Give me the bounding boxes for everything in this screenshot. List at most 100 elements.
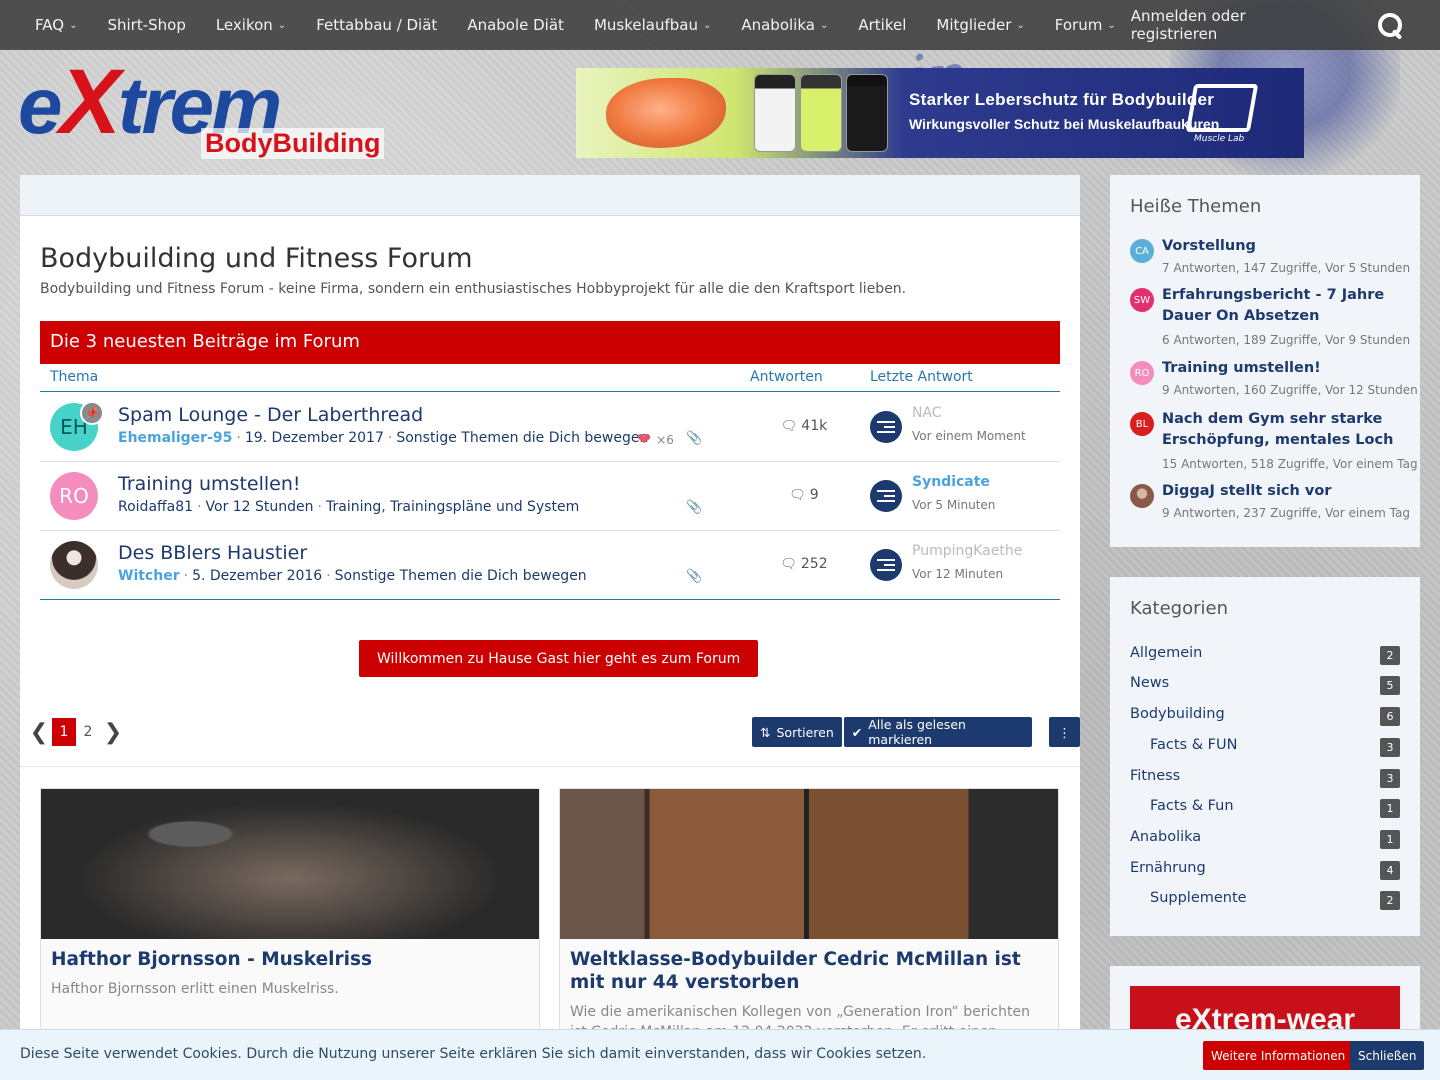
column-header-last-reply[interactable]: Letzte Antwort <box>870 369 973 385</box>
thread-category[interactable]: Sonstige Themen die Dich bewegen <box>335 568 587 584</box>
nav-item-forum[interactable]: Forum ⌄ <box>1040 0 1131 50</box>
nav-item-fettabbau[interactable]: Fettabbau / Diät <box>301 0 452 50</box>
nav-item-anabolika[interactable]: Anabolika ⌄ <box>726 0 843 50</box>
avatar[interactable] <box>1130 484 1154 508</box>
sort-button[interactable]: ⇅ Sortieren <box>752 717 842 747</box>
hot-topic-title[interactable]: Erfahrungsbericht - 7 Jahre Dauer On Abs… <box>1162 285 1407 327</box>
nav-label: Muskelaufbau <box>593 16 698 34</box>
column-header-topic[interactable]: Thema <box>50 369 98 385</box>
more-options-button[interactable]: ⋮ <box>1048 717 1080 747</box>
thread-author[interactable]: Roidaffa81 <box>118 499 193 515</box>
jump-to-last-icon[interactable] <box>870 549 902 581</box>
reply-count: 🗨 41k <box>780 418 828 434</box>
mark-all-read-button[interactable]: ✔ Alle als gelesen markieren <box>843 717 1032 747</box>
chevron-left-icon[interactable]: ❮ <box>26 718 52 746</box>
page-description: Bodybuilding und Fitness Forum - keine F… <box>40 281 907 297</box>
nav-item-muskelaufbau[interactable]: Muskelaufbau ⌄ <box>579 0 726 50</box>
avatar[interactable]: SW <box>1130 288 1154 312</box>
last-reply-user[interactable]: Syndicate <box>912 474 990 490</box>
page-link[interactable]: 1 <box>52 718 76 746</box>
thread-meta: Roidaffa81 · Vor 12 Stunden · Training, Trai… <box>118 499 580 515</box>
thread-date: Vor 12 Stunden <box>205 499 314 515</box>
category-item[interactable]: Fitness 3 <box>1130 768 1400 788</box>
nav-label: Shirt-Shop <box>107 16 186 34</box>
login-link[interactable]: Anmelden oder registrieren <box>1131 7 1365 43</box>
nav-item-mitglieder[interactable]: Mitglieder ⌄ <box>921 0 1039 50</box>
thread-column-headers: Thema Antworten Letzte Antwort <box>40 364 1060 392</box>
search-button[interactable] <box>1365 0 1414 50</box>
welcome-forum-button[interactable]: Willkommen zu Hause Gast hier geht es zu… <box>359 640 759 677</box>
article-image[interactable] <box>41 789 539 939</box>
thread-title[interactable]: Training umstellen! <box>118 473 301 495</box>
thread-title[interactable]: Spam Lounge - Der Laberthread <box>118 404 423 426</box>
nav-item-anabole-diaet[interactable]: Anabole Diät <box>452 0 579 50</box>
jump-to-last-icon[interactable] <box>870 480 902 512</box>
chevron-down-icon: ⌄ <box>69 19 78 31</box>
thread-date: 5. Dezember 2016 <box>192 568 323 584</box>
avatar[interactable]: RO <box>1130 361 1154 385</box>
category-item[interactable]: Facts & FUN 3 <box>1130 737 1400 757</box>
thread-category[interactable]: Training, Trainingspläne und System <box>326 499 579 515</box>
avatar[interactable]: CA <box>1130 239 1154 263</box>
nav-item-shirt-shop[interactable]: Shirt-Shop <box>92 0 200 50</box>
category-count-badge: 4 <box>1380 861 1400 880</box>
avatar[interactable]: BL <box>1130 412 1154 436</box>
thread-meta: Ehemaliger-95 · 19. Dezember 2017 · Sonstige… <box>118 430 649 446</box>
category-item[interactable]: Bodybuilding 6 <box>1130 706 1400 726</box>
logo-subtitle: BodyBuilding <box>201 128 385 159</box>
thread-title[interactable]: Des BBlers Haustier <box>118 542 307 564</box>
thread-category[interactable]: Sonstige Themen die Dich bewegen <box>396 430 648 446</box>
nav-label: Artikel <box>858 16 907 34</box>
nav-item-artikel[interactable]: Artikel <box>843 0 921 50</box>
category-count-badge: 2 <box>1380 646 1400 665</box>
site-logo[interactable]: eXtrem BodyBuilding <box>18 56 398 162</box>
nav-item-lexikon[interactable]: Lexikon ⌄ <box>201 0 301 50</box>
hot-topic-title[interactable]: Training umstellen! <box>1162 358 1407 379</box>
nav-label: Forum <box>1054 16 1103 34</box>
vertical-dots-icon: ⋮ <box>1058 724 1071 740</box>
hot-topic-title[interactable]: DiggaJ stellt sich vor <box>1162 481 1407 502</box>
column-header-replies[interactable]: Antworten <box>750 369 823 385</box>
article-image[interactable] <box>560 789 1058 939</box>
article-title[interactable]: Hafthor Bjornsson - Muskelriss <box>41 939 539 971</box>
avatar[interactable] <box>50 541 98 589</box>
category-item[interactable]: Anabolika 1 <box>1130 829 1400 849</box>
category-count-badge: 3 <box>1380 769 1400 788</box>
thread-author[interactable]: Ehemaliger-95 <box>118 430 232 446</box>
avatar[interactable]: RO <box>50 472 98 520</box>
category-item[interactable]: Facts & Fun 1 <box>1130 798 1400 818</box>
thread-author[interactable]: Witcher <box>118 568 180 584</box>
nav-label: Fettabbau / Diät <box>316 16 438 34</box>
hot-topic-meta: 9 Antworten, 237 Zugriffe, Vor einem Tag <box>1162 506 1410 520</box>
ad-banner[interactable]: Starker Leberschutz für Bodybuilder Wirk… <box>576 68 1304 158</box>
more-info-button[interactable]: Weitere Informationen <box>1203 1041 1354 1070</box>
chevron-right-icon[interactable]: ❯ <box>100 718 126 746</box>
last-reply-user[interactable]: PumpingKaethe <box>912 543 1022 559</box>
category-count-badge: 1 <box>1380 799 1400 818</box>
close-cookie-button[interactable]: Schließen <box>1350 1041 1425 1070</box>
last-reply-user[interactable]: NAC <box>912 405 942 421</box>
speech-bubble-icon: 🗨 <box>789 488 806 503</box>
nav-item-faq[interactable]: FAQ ⌄ <box>0 0 92 50</box>
category-label: Supplemente <box>1150 890 1247 906</box>
hot-topic-meta: 6 Antworten, 189 Zugriffe, Vor 9 Stunden <box>1162 333 1411 347</box>
banner-subline: Wirkungsvoller Schutz bei Muskelaufbauku… <box>909 116 1220 132</box>
divider <box>20 766 1080 767</box>
supplement-bottle-image <box>846 74 888 152</box>
category-item[interactable]: Ernährung 4 <box>1130 860 1400 880</box>
chevron-down-icon: ⌄ <box>1107 19 1116 31</box>
hot-topics-title: Heiße Themen <box>1130 196 1262 217</box>
category-item[interactable]: Allgemein 2 <box>1130 645 1400 665</box>
category-item[interactable]: Supplemente 2 <box>1130 890 1400 910</box>
category-count-badge: 6 <box>1380 707 1400 726</box>
article-title[interactable]: Weltklasse-Bodybuilder Cedric McMillan i… <box>560 939 1058 994</box>
hot-topic-title[interactable]: Vorstellung <box>1162 236 1407 257</box>
like-count: ×6 <box>656 433 674 447</box>
nav-label: Anabole Diät <box>467 16 564 34</box>
sort-icon: ⇅ <box>760 724 771 740</box>
chevron-down-icon: ⌄ <box>1016 19 1025 31</box>
page-link[interactable]: 2 <box>76 718 100 746</box>
jump-to-last-icon[interactable] <box>870 411 902 443</box>
category-item[interactable]: News 5 <box>1130 675 1400 695</box>
hot-topic-title[interactable]: Nach dem Gym sehr starke Erschöpfung, me… <box>1162 409 1407 451</box>
